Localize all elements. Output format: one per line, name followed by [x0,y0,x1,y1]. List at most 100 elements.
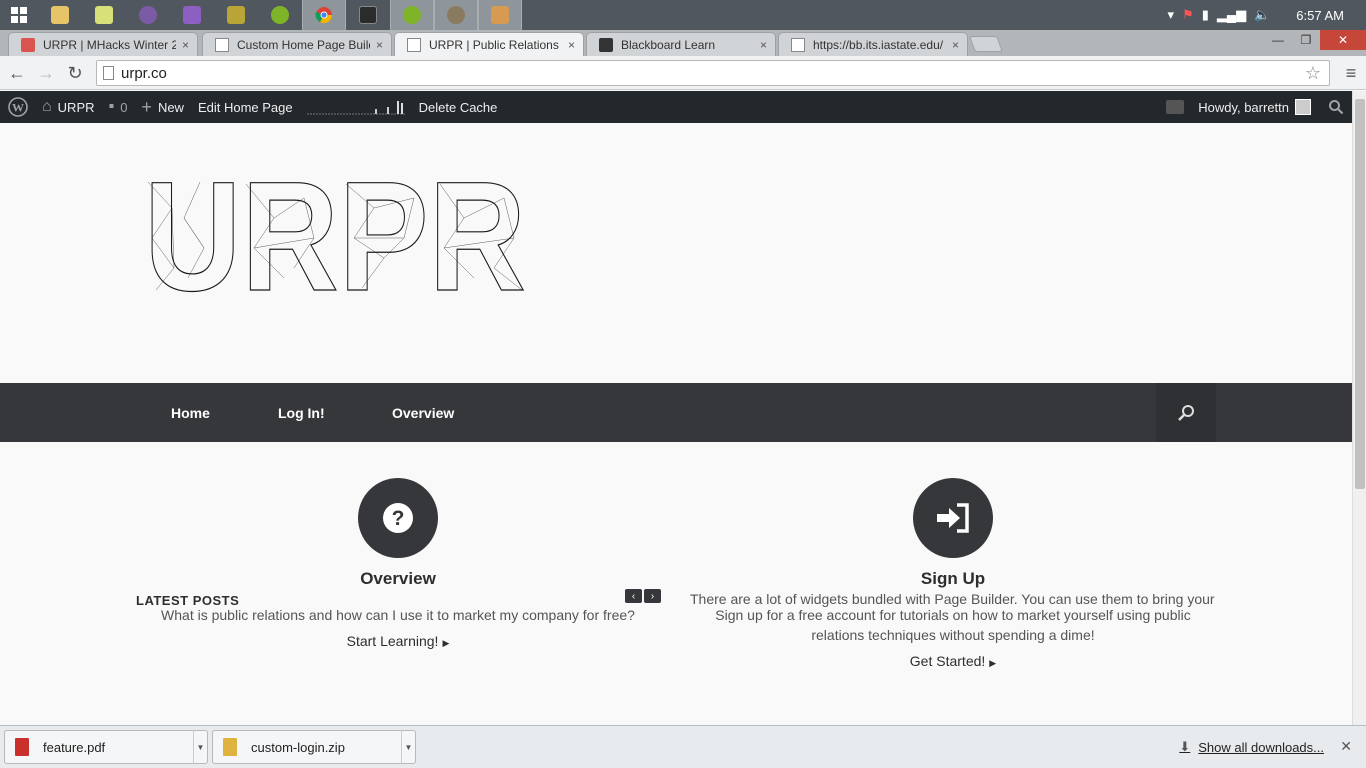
wp-new-content-button[interactable]: + New [134,91,191,123]
close-window-button[interactable]: ✕ [1320,30,1366,50]
download-menu-button[interactable]: ▼ [193,730,207,764]
tab-close-icon[interactable]: × [376,38,383,52]
windows-taskbar: ▾ ⚑ ▮ ▂▄▆ 🔈 6:57 AM [0,0,1366,30]
show-all-label: Show all downloads... [1198,739,1324,755]
arrow-right-icon: → [37,62,55,83]
tray-overflow-icon[interactable]: ▾ [1168,7,1175,23]
tray-flag-icon[interactable]: ⚑ [1182,7,1194,23]
maximize-button[interactable]: ❐ [1292,30,1320,50]
wp-comments-link[interactable]: ▪ 0 [102,91,135,123]
new-tab-button[interactable] [969,36,1003,52]
browser-tab-urpr-public-relations[interactable]: URPR | Public Relations × [394,32,584,57]
wp-edit-home-page-link[interactable]: Edit Home Page [191,91,300,123]
svg-text:?: ? [392,507,405,530]
gimp-icon [447,6,465,24]
chrome-icon [315,7,333,24]
taskbar-spotify[interactable] [258,0,302,30]
browser-tab-blackboard[interactable]: Blackboard Learn × [586,32,776,56]
tab-label: URPR | MHacks Winter 20 [43,37,176,52]
tab-close-icon[interactable]: × [760,38,767,52]
tray-battery-icon[interactable]: ▮ [1202,7,1209,23]
taskbar-app-purple[interactable] [126,0,170,30]
tab-close-icon[interactable]: × [952,38,959,52]
get-started-link[interactable]: Get Started! ▶ [700,653,1206,669]
reload-button[interactable]: ↻ [64,62,86,84]
tab-close-icon[interactable]: × [568,38,575,52]
download-item-custom-login-zip[interactable]: custom-login.zip ▼ [212,730,416,764]
browser-tab-bb-iastate[interactable]: https://bb.its.iastate.edu/ × [778,32,968,56]
wp-stats-sparkline[interactable] [300,91,412,123]
edit-home-page-label: Edit Home Page [197,99,293,115]
minimize-button[interactable]: — [1264,30,1292,50]
chrome-menu-button[interactable]: ≡ [1340,62,1362,84]
nav-login-link[interactable]: Log In! [278,383,325,442]
taskbar-paint[interactable] [478,0,522,30]
download-bar: feature.pdf ▼ custom-login.zip ▼ ⬇ Show … [0,725,1366,768]
browser-tab-urpr-mhacks[interactable]: URPR | MHacks Winter 20 × [8,32,198,56]
zip-icon [223,738,237,756]
chevron-left-icon: ‹ [631,590,636,602]
next-post-button[interactable]: › [644,589,661,603]
wp-admin-bar: W ⌂ URPR ▪ 0 + New Edit Home Page Delete… [0,91,1352,123]
site-logo[interactable]: URPR [144,178,529,293]
wp-my-account-menu[interactable]: Howdy, barrettn [1191,91,1321,123]
site-navigation: Home Log In! Overview [0,383,1352,442]
wp-notes-button[interactable] [1159,91,1191,123]
bookmark-star-icon[interactable]: ☆ [1305,63,1321,84]
folder-icon [51,6,69,24]
taskbar-spotify-2[interactable] [390,0,434,30]
taskbar-visual-studio[interactable] [170,0,214,30]
tray-volume-icon[interactable]: 🔈 [1254,7,1270,23]
triangle-right-icon: ▶ [442,638,450,648]
svg-text:W: W [12,101,24,115]
scrollbar-thumb[interactable] [1355,99,1365,489]
start-button[interactable] [0,0,38,30]
taskbar-notepad[interactable] [82,0,126,30]
wordpress-icon: W [8,97,28,117]
sparkline-icon [306,101,405,115]
browser-tab-strip: URPR | MHacks Winter 20 × Custom Home Pa… [0,30,1366,57]
avatar [1295,99,1311,115]
windows-logo-icon [11,7,27,23]
nav-home-link[interactable]: Home [171,383,210,442]
forward-button[interactable]: → [35,62,57,84]
nav-overview-link[interactable]: Overview [392,383,454,442]
site-search-button[interactable] [1156,383,1216,442]
taskbar-gimp[interactable] [434,0,478,30]
search-icon [1178,404,1194,421]
wp-search-button[interactable] [1321,91,1352,123]
wp-admin-bar-right: Howdy, barrettn [1159,91,1352,123]
arrow-left-icon: ← [8,62,26,83]
browser-tab-custom-home-page[interactable]: Custom Home Page Build × [202,32,392,56]
tray-clock[interactable]: 6:57 AM [1296,8,1344,23]
globe-icon [139,6,157,24]
tray-signal-icon[interactable]: ▂▄▆ [1217,7,1246,23]
chevron-down-icon: ▼ [196,742,205,752]
feature-icon-circle: ? [358,478,438,558]
show-all-downloads-link[interactable]: ⬇ Show all downloads... [1179,739,1324,755]
download-item-feature-pdf[interactable]: feature.pdf ▼ [4,730,208,764]
chevron-down-icon: ▼ [404,742,413,752]
taskbar-app-green[interactable] [214,0,258,30]
wp-site-name-link[interactable]: ⌂ URPR [35,91,102,123]
site-logo-text: URPR [144,178,526,293]
taskbar-terminal[interactable] [346,0,390,30]
tab-label: URPR | Public Relations [429,38,559,52]
wp-delete-cache-link[interactable]: Delete Cache [412,91,505,123]
prev-post-button[interactable]: ‹ [625,589,642,603]
start-learning-link[interactable]: Start Learning! ▶ [150,633,646,649]
taskbar-chrome[interactable] [302,0,346,30]
page-scrollbar[interactable] [1352,91,1366,725]
taskbar-file-explorer[interactable] [38,0,82,30]
feature-title: Overview [360,569,436,588]
download-filename: custom-login.zip [251,739,345,755]
visual-studio-icon [183,6,201,24]
back-button[interactable]: ← [6,62,28,84]
address-bar[interactable]: urpr.co ☆ [96,60,1330,86]
wp-logo-button[interactable]: W [0,91,35,123]
terminal-icon [359,6,377,24]
close-download-bar-button[interactable]: ✕ [1340,738,1352,755]
tab-close-icon[interactable]: × [182,38,189,52]
download-menu-button[interactable]: ▼ [401,730,415,764]
sign-in-icon [937,503,969,533]
